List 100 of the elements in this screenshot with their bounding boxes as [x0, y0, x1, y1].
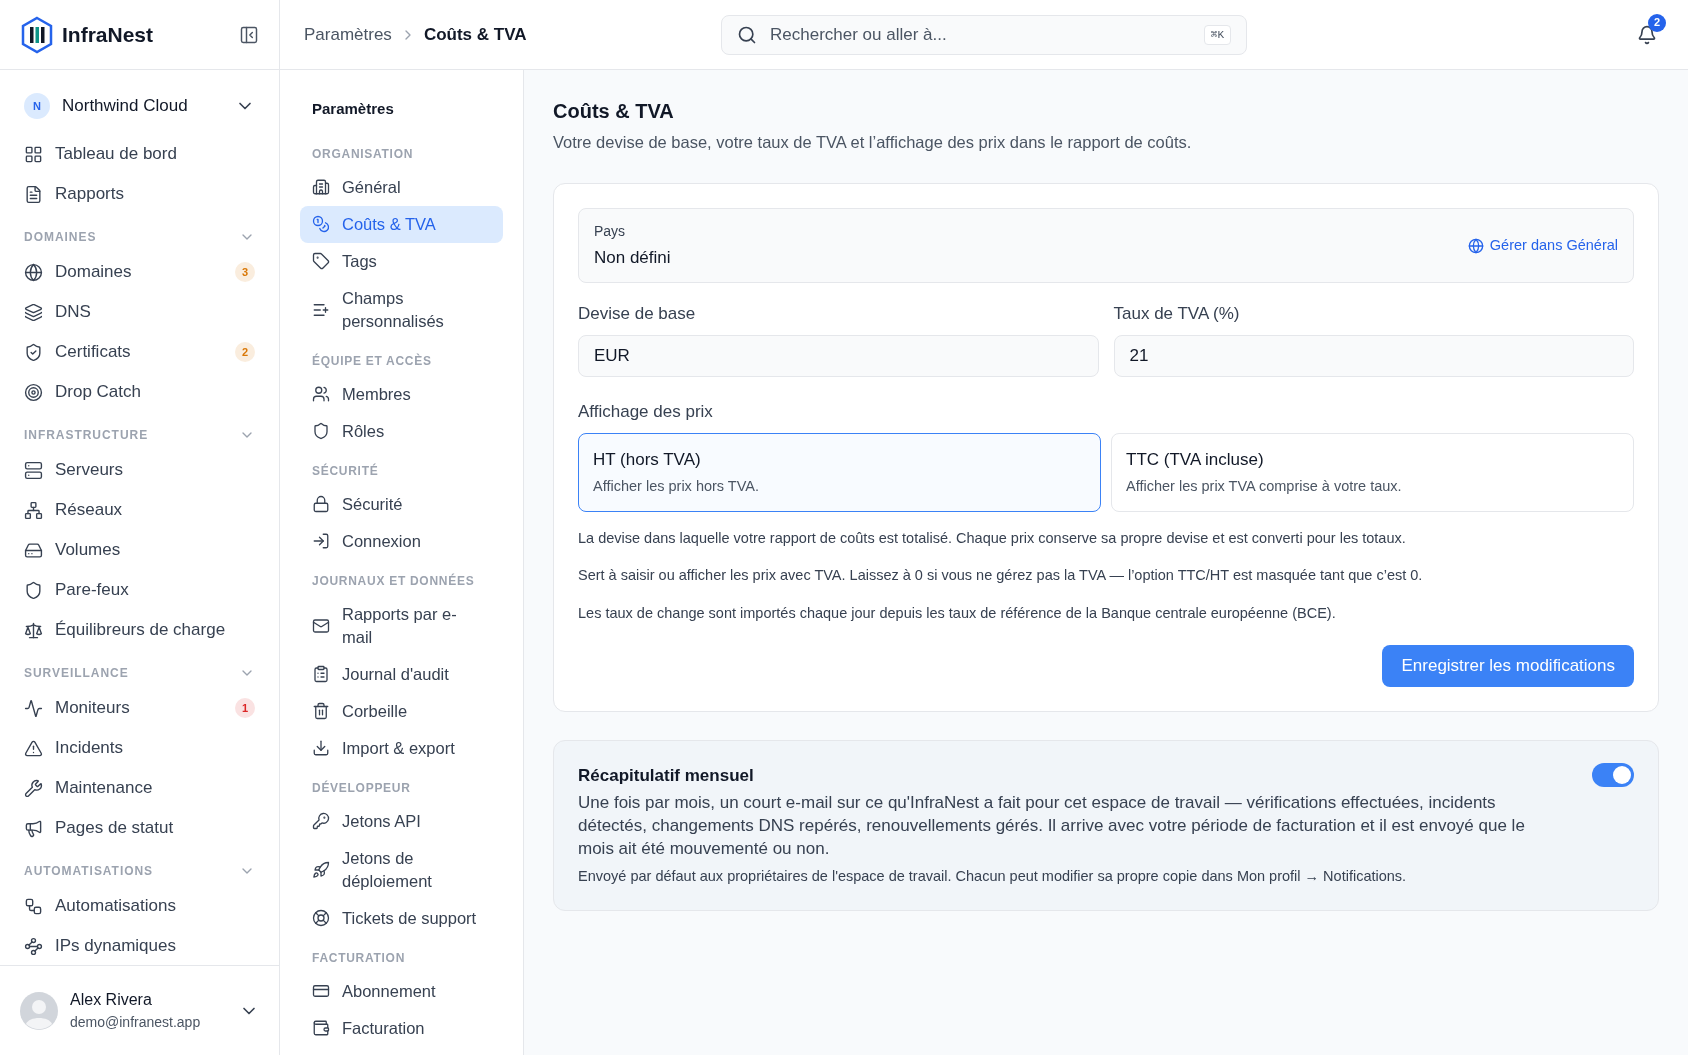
workspace-name: Northwind Cloud — [62, 95, 189, 118]
sidebar-item[interactable]: Moniteurs 1 — [12, 688, 267, 728]
settings-nav-item[interactable]: Journal d'audit — [300, 655, 503, 693]
drive-icon — [24, 540, 43, 560]
page-subtitle: Votre devise de base, votre taux de TVA et l’affichage des prix dans le rapport de coûts. — [553, 132, 1193, 153]
help-text: Les taux de change sont importés chaque jour depuis les taux de référence de la Banque centrale européenne (BCE). — [578, 604, 1337, 623]
sidebar-item[interactable]: Réseaux — [12, 490, 267, 530]
settings-nav-item[interactable]: Jetons de déploiement — [300, 839, 503, 900]
document-icon — [24, 184, 43, 204]
sidebar-item[interactable]: Maintenance — [12, 768, 267, 808]
sidebar-item[interactable]: IPs dynamiques — [12, 926, 267, 965]
sidebar-item[interactable]: Certificats 2 — [12, 332, 267, 372]
waypoints-icon — [24, 936, 43, 956]
group-heading: SURVEILLANCE — [24, 665, 129, 682]
section-heading: JOURNAUX ET DONNÉES — [311, 572, 476, 590]
price-option[interactable]: HT (hors TVA) Afficher les prix hors TVA. — [578, 433, 1101, 512]
breadcrumb-item[interactable]: Paramètres — [304, 21, 392, 48]
wrench-icon — [24, 778, 43, 798]
sidebar-item[interactable]: DNS — [12, 292, 267, 332]
section-heading: FACTURATION — [311, 949, 407, 967]
clipboard-icon — [312, 665, 330, 683]
user-email: demo@infranest.app — [70, 1013, 202, 1032]
count-badge: 2 — [235, 342, 255, 362]
scale-icon — [24, 620, 43, 640]
option-title: HT (hors TVA) — [593, 449, 702, 472]
lifebuoy-icon — [312, 909, 330, 927]
input-field[interactable]: EUR — [578, 334, 1099, 377]
settings-nav-item[interactable]: Jetons API — [300, 802, 503, 840]
lock-icon — [312, 495, 330, 513]
sidebar-item[interactable]: Pare-feux — [12, 570, 267, 610]
summary-description: Une fois par mois, un court e-mail sur ce qu'InfraNest a fait pour cet espace de travail — vérifications effectuées, incidents détectés, changements DNS repérés, renouvellements gérés. Il arrive avec votre période de facturation et il est envoyé que le mois ait été mouvementé ou non. — [578, 792, 1526, 861]
input-field[interactable]: 21 — [1113, 334, 1634, 377]
user-name: Alex Rivera — [70, 990, 153, 1010]
settings-nav-item[interactable]: Rapports par e-mail — [300, 595, 503, 656]
option-description: Afficher les prix hors TVA. — [593, 476, 760, 496]
field-label: Taux de TVA (%) — [1113, 303, 1241, 326]
settings-nav-item[interactable]: Import & export — [300, 729, 503, 767]
credit-card-icon — [312, 982, 330, 1000]
settings-nav-item[interactable]: Sécurité — [300, 485, 503, 523]
section-heading: ORGANISATION — [311, 145, 415, 163]
settings-nav-item[interactable]: Général — [300, 168, 503, 206]
settings-nav-item[interactable]: Corbeille — [300, 692, 503, 730]
summary-title: Récapitulatif mensuel — [578, 764, 755, 787]
shield-check-icon — [24, 342, 43, 362]
group-heading: DOMAINES — [24, 229, 97, 246]
help-text: La devise dans laquelle votre rapport de coûts est totalisé. Chaque prix conserve sa propre devise et est converti pour les totaux. — [578, 528, 1407, 548]
settings-nav-item[interactable]: Tickets de support — [300, 899, 503, 937]
toggle-switch[interactable] — [1592, 762, 1634, 787]
help-text: Sert à saisir ou afficher les prix avec TVA. Laissez à 0 si vous ne gérez pas la TVA — l’option TTC/HT est masquée tant que c’est 0. — [578, 566, 1424, 586]
settings-nav-item[interactable]: Coûts & TVA — [300, 205, 503, 243]
settings-nav-item[interactable]: Champs personnalisés — [300, 279, 503, 340]
breadcrumb-item: Coûts & TVA — [423, 23, 527, 46]
collapse-sidebar-icon[interactable] — [239, 24, 259, 45]
manage-link[interactable]: Gérer dans Général — [1467, 234, 1618, 257]
settings-nav-title: Paramètres — [311, 99, 395, 119]
count-badge: 3 — [235, 262, 255, 282]
rocket-icon — [312, 860, 330, 879]
pulse-icon — [24, 698, 43, 718]
field-label: Pays — [594, 221, 627, 241]
settings-nav-item[interactable]: Membres — [300, 375, 503, 413]
settings-nav-item[interactable]: Rôles — [300, 412, 503, 450]
settings-nav-item[interactable]: Tags — [300, 242, 503, 280]
sidebar-item[interactable]: Serveurs — [12, 450, 267, 490]
shield-icon — [24, 580, 43, 600]
option-description: Afficher les prix TVA comprise à votre taux. — [1126, 476, 1403, 496]
workspace-avatar: N — [24, 93, 50, 119]
sidebar-item[interactable]: Incidents — [12, 728, 267, 768]
sidebar-item[interactable]: Pages de statut — [12, 808, 267, 848]
save-button[interactable]: Enregistrer les modifications — [1382, 644, 1634, 687]
tag-icon — [312, 252, 330, 270]
globe-icon — [24, 262, 43, 282]
settings-nav-item[interactable]: Abonnement — [300, 972, 503, 1010]
option-title: TTC (TVA incluse) — [1126, 449, 1265, 472]
sidebar-item[interactable]: Drop Catch — [12, 372, 267, 412]
wallet-icon — [312, 1019, 330, 1037]
sidebar-item[interactable]: Rapports — [12, 174, 267, 214]
country-value: Non défini — [594, 246, 671, 269]
section-heading: SÉCURITÉ — [311, 462, 380, 480]
workspace-switcher[interactable]: N Northwind Cloud — [12, 86, 267, 126]
price-option[interactable]: TTC (TVA incluse) Afficher les prix TVA comprise à votre taux. — [1111, 433, 1634, 512]
dashboard-icon — [24, 144, 43, 164]
brand-name: InfraNest — [62, 21, 154, 48]
avatar — [20, 991, 58, 1030]
sidebar-item[interactable]: Domaines 3 — [12, 252, 267, 292]
sidebar-item[interactable]: Équilibreurs de charge — [12, 610, 267, 650]
download-icon — [312, 739, 330, 757]
notification-badge: 2 — [1648, 13, 1666, 32]
mail-icon — [312, 616, 330, 635]
group-heading: AUTOMATISATIONS — [24, 863, 154, 880]
settings-nav-item[interactable]: Facturation — [300, 1009, 503, 1047]
globe-icon — [1467, 237, 1484, 254]
section-heading: ÉQUIPE ET ACCÈS — [311, 352, 433, 370]
count-badge: 1 — [235, 698, 255, 718]
sidebar-item[interactable]: Volumes — [12, 530, 267, 570]
sidebar-item[interactable]: Tableau de bord — [12, 134, 267, 174]
workflow-icon — [24, 896, 43, 916]
sidebar-item[interactable]: Automatisations — [12, 886, 267, 926]
settings-nav-item[interactable]: Connexion — [300, 522, 503, 560]
section-heading: DÉVELOPPEUR — [311, 779, 412, 797]
users-icon — [312, 385, 330, 403]
